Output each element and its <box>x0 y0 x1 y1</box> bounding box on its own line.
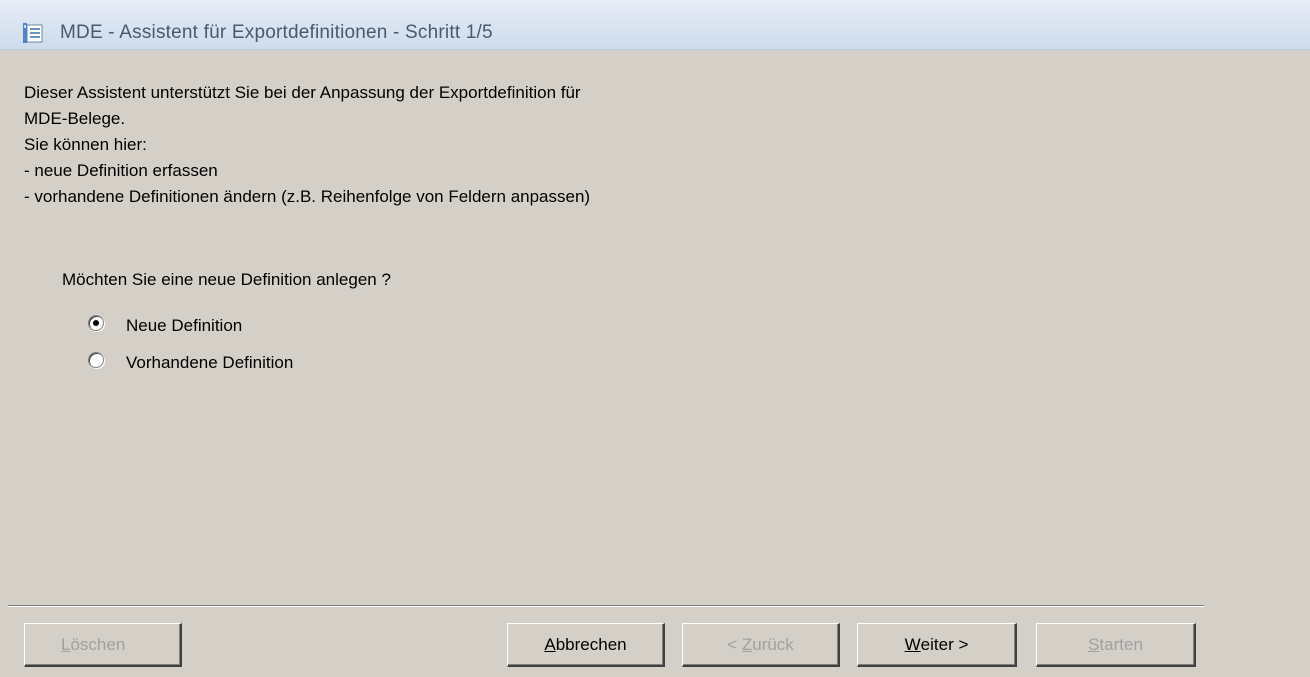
footer-separator <box>8 605 1204 607</box>
window-title: MDE - Assistent für Exportdefinitionen -… <box>60 22 493 43</box>
radio-vorhandene-definition[interactable]: Vorhandene Definition <box>88 350 293 376</box>
delete-button[interactable]: Löschen <box>24 623 182 667</box>
radio-neue-definition[interactable]: Neue Definition <box>88 313 242 339</box>
intro-line: MDE-Belege. <box>24 109 126 128</box>
list-document-icon <box>22 22 44 44</box>
intro-text: Dieser Assistent unterstützt Sie bei der… <box>24 80 590 210</box>
intro-line: Sie können hier: <box>24 135 147 154</box>
radio-label[interactable]: Vorhandene Definition <box>126 353 293 373</box>
radio-button-unchecked[interactable] <box>88 352 104 368</box>
intro-line: - vorhandene Definitionen ändern (z.B. R… <box>24 187 591 206</box>
radio-button-checked[interactable] <box>88 315 104 331</box>
wizard-window: MDE - Assistent für Exportdefinitionen -… <box>0 0 1310 677</box>
cancel-button[interactable]: Abbrechen <box>507 623 665 667</box>
question-label: Möchten Sie eine neue Definition anlegen… <box>62 270 391 289</box>
intro-line: - neue Definition erfassen <box>24 161 218 180</box>
intro-line: Dieser Assistent unterstützt Sie bei der… <box>24 83 581 102</box>
start-button[interactable]: Starten <box>1036 623 1196 667</box>
radio-label[interactable]: Neue Definition <box>126 316 242 336</box>
title-bar[interactable]: MDE - Assistent für Exportdefinitionen -… <box>0 0 1310 50</box>
next-button[interactable]: Weiter > <box>857 623 1017 667</box>
back-button[interactable]: < Zurück <box>682 623 840 667</box>
